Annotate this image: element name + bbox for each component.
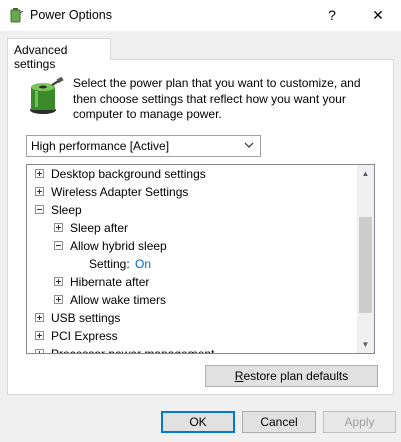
plan-description: Select the power plan that you want to c… [73,76,361,121]
restore-plan-defaults-button[interactable]: Restore plan defaults [205,365,378,387]
collapse-icon[interactable] [35,205,44,214]
tab-advanced-settings[interactable]: Advanced settings [7,38,111,71]
title-bar: Power Options ? ✕ [0,0,401,31]
setting-value[interactable]: On [135,255,151,273]
scroll-down-icon[interactable]: ▼ [357,336,374,353]
help-button[interactable]: ? [309,0,355,31]
expand-icon[interactable] [54,223,63,232]
scroll-thumb[interactable] [359,217,372,313]
apply-button[interactable]: Apply [323,411,396,433]
expand-icon[interactable] [35,313,44,322]
cancel-button[interactable]: Cancel [242,411,316,433]
power-options-icon [10,8,24,23]
power-plan-dropdown[interactable]: High performance [Active] [26,135,261,157]
vertical-scrollbar[interactable]: ▲ ▼ [357,165,374,353]
chevron-down-icon [244,142,254,148]
battery-plug-icon [30,77,64,114]
power-plan-value: High performance [Active] [31,139,170,153]
tab-label: Advanced settings [14,43,68,71]
ok-button[interactable]: OK [161,411,235,433]
expand-icon[interactable] [35,169,44,178]
collapse-icon[interactable] [54,241,63,250]
expand-icon[interactable] [35,349,44,353]
close-button[interactable]: ✕ [355,0,401,31]
expand-icon[interactable] [54,295,63,304]
window-title: Power Options [30,8,112,22]
expand-icon[interactable] [35,331,44,340]
expand-icon[interactable] [35,187,44,196]
expand-icon[interactable] [54,277,63,286]
settings-tree[interactable]: Desktop background settings Wireless Ada… [26,164,375,354]
scroll-up-icon[interactable]: ▲ [357,165,374,182]
